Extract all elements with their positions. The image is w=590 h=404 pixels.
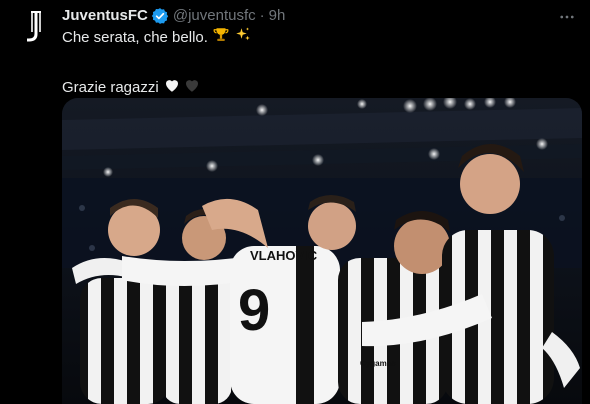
juventus-logo-icon: [27, 11, 41, 42]
handle[interactable]: @juventusfc: [173, 6, 256, 26]
tweet-header: JuventusFC @juventusfc · 9h: [62, 6, 285, 26]
timestamp[interactable]: 9h: [269, 6, 286, 26]
sponsor-text: Cygames: [360, 359, 396, 368]
verified-badge-icon: [151, 7, 169, 25]
display-name[interactable]: JuventusFC: [62, 6, 148, 26]
tweet-text: Che serata, che bello. Grazie ragazzi: [62, 26, 572, 100]
more-dots-icon: [560, 15, 574, 19]
black-heart-icon: [183, 76, 201, 100]
trophy-icon: [212, 26, 230, 50]
tweet-text-line-1: Che serata, che bello.: [62, 29, 208, 46]
tweet-text-line-2: Grazie ragazzi: [62, 79, 159, 96]
tweet-photo[interactable]: VLAHOVIC 9 Cygames: [62, 98, 582, 404]
shirt-number-text: 9: [238, 278, 270, 343]
tweet: JuventusFC @juventusfc · 9h Che serata, …: [0, 0, 590, 404]
white-heart-icon: [163, 76, 181, 100]
team-celebration-photo: VLAHOVIC 9 Cygames: [62, 98, 582, 404]
avatar[interactable]: [14, 6, 54, 46]
separator-dot: ·: [259, 7, 265, 24]
sparkles-icon: [234, 26, 252, 50]
more-options-button[interactable]: [556, 6, 578, 28]
shirt-name-text: VLAHOVIC: [250, 248, 318, 263]
